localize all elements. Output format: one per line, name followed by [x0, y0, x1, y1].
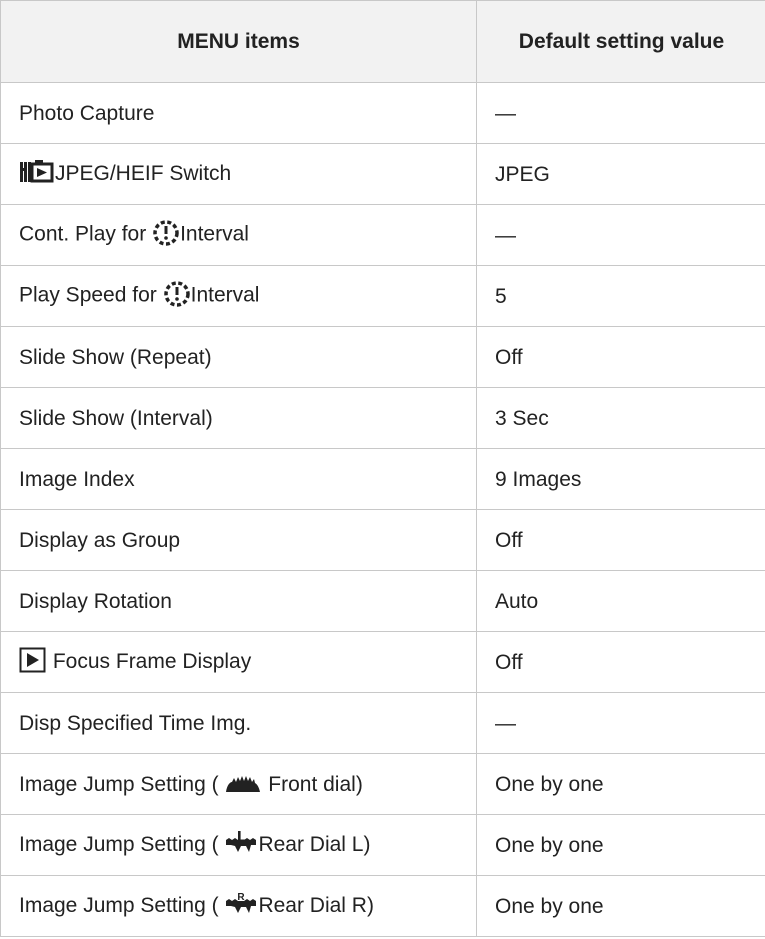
menu-item-label: Interval	[180, 222, 249, 246]
default-value-cell: —	[476, 692, 765, 754]
menu-item-label: Rear Dial L)	[258, 832, 371, 856]
default-value-cell: Off	[476, 631, 765, 693]
menu-item-label: Image Jump Setting (	[19, 893, 219, 917]
default-value-cell: 5	[476, 265, 765, 327]
menu-item-label: Display Rotation	[19, 589, 172, 613]
default-value-cell: Off	[476, 326, 765, 388]
menu-item-label: Rear Dial R)	[258, 893, 374, 917]
interval-shooting-icon	[152, 219, 180, 247]
default-value-cell: JPEG	[476, 143, 765, 205]
table-row: JPEG/HEIF Switch JPEG	[0, 143, 765, 205]
default-value-cell: —	[476, 204, 765, 266]
menu-item-cell: Image Jump Setting ( R Rear Dial R)	[0, 875, 477, 937]
table-row: Disp Specified Time Img. —	[0, 692, 765, 754]
default-value-cell: One by one	[476, 753, 765, 815]
menu-item-cell: Display Rotation	[0, 570, 477, 632]
default-value-cell: 9 Images	[476, 448, 765, 510]
menu-item-cell: Image Index	[0, 448, 477, 510]
menu-item-label: Interval	[190, 283, 260, 307]
menu-item-cell: Disp Specified Time Img.	[0, 692, 477, 754]
interval-shooting-icon	[163, 280, 191, 308]
default-value-cell: 3 Sec	[476, 387, 765, 449]
table-row: Display Rotation Auto	[0, 570, 765, 632]
default-value-cell: Off	[476, 509, 765, 571]
table-row: Image Jump Setting ( R Rear Dial R) One …	[0, 875, 765, 937]
table-row: Slide Show (Repeat) Off	[0, 326, 765, 388]
menu-item-label: Front dial)	[268, 772, 363, 796]
table-row: Photo Capture —	[0, 82, 765, 144]
default-value-cell: One by one	[476, 875, 765, 937]
table-row: Image Jump Setting ( Rear Dial L) One by…	[0, 814, 765, 876]
column-header-menu-items: MENU items	[0, 0, 477, 83]
settings-table: MENU items Default setting value Photo C…	[0, 0, 765, 937]
table-row: Image Jump Setting ( Front dial) One by …	[0, 753, 765, 815]
table-row: Image Index 9 Images	[0, 448, 765, 510]
svg-text:R: R	[238, 892, 246, 903]
menu-item-cell: Play Speed for Interval	[0, 265, 477, 327]
menu-item-label: Photo Capture	[19, 101, 155, 125]
menu-item-cell: Image Jump Setting ( Front dial)	[0, 753, 477, 815]
menu-item-cell: Slide Show (Repeat)	[0, 326, 477, 388]
menu-item-cell: Image Jump Setting ( Rear Dial L)	[0, 814, 477, 876]
table-row: Focus Frame Display Off	[0, 631, 765, 693]
menu-item-cell: Slide Show (Interval)	[0, 387, 477, 449]
table-row: Play Speed for Interval 5	[0, 265, 765, 327]
default-value-cell: One by one	[476, 814, 765, 876]
menu-item-label: Cont. Play for	[19, 222, 147, 246]
front-dial-icon	[224, 773, 262, 793]
default-value-cell: —	[476, 82, 765, 144]
table-header-row: MENU items Default setting value	[0, 0, 765, 83]
rear-dial-r-icon: R	[224, 891, 258, 917]
menu-item-label: Play Speed for	[19, 283, 157, 307]
menu-item-label: Focus Frame Display	[52, 649, 252, 673]
menu-item-label: JPEG/HEIF Switch	[55, 161, 232, 185]
rear-dial-l-icon	[224, 830, 258, 856]
table-row: Slide Show (Interval) 3 Sec	[0, 387, 765, 449]
menu-item-label: Image Jump Setting (	[19, 832, 219, 856]
menu-item-cell: JPEG/HEIF Switch	[0, 143, 477, 205]
menu-item-label: Slide Show (Repeat)	[19, 345, 212, 369]
menu-item-label: Disp Specified Time Img.	[19, 711, 252, 735]
table-row: Display as Group Off	[0, 509, 765, 571]
menu-item-cell: Focus Frame Display	[0, 631, 477, 693]
menu-item-label: Image Index	[19, 467, 135, 491]
table-row: Cont. Play for Interval —	[0, 204, 765, 266]
menu-item-label: Image Jump Setting (	[19, 772, 219, 796]
jpeg-heif-switch-icon	[19, 159, 55, 185]
playback-icon	[19, 647, 47, 673]
column-header-default-value: Default setting value	[476, 0, 765, 83]
menu-item-label: Display as Group	[19, 528, 181, 552]
default-value-cell: Auto	[476, 570, 765, 632]
menu-item-cell: Display as Group	[0, 509, 477, 571]
menu-item-cell: Photo Capture	[0, 82, 477, 144]
menu-item-cell: Cont. Play for Interval	[0, 204, 477, 266]
menu-item-label: Slide Show (Interval)	[19, 406, 213, 430]
